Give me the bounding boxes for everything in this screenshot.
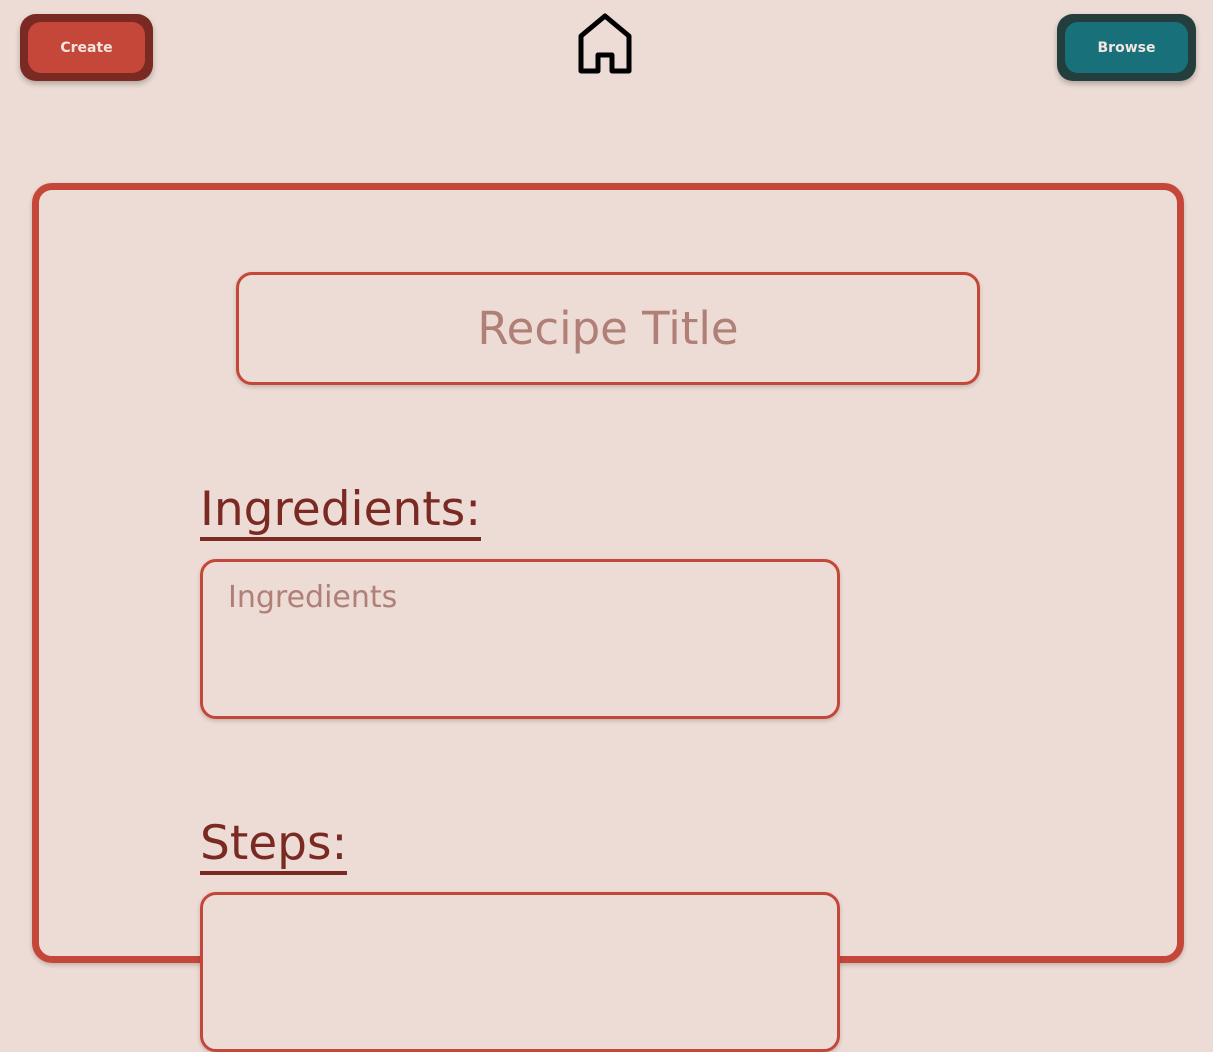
steps-field[interactable] bbox=[200, 892, 840, 1052]
ingredients-heading: Ingredients: bbox=[200, 486, 482, 541]
recipe-title-input[interactable] bbox=[236, 272, 980, 385]
create-button-frame[interactable]: Create bbox=[20, 14, 153, 81]
home-icon[interactable] bbox=[578, 13, 632, 75]
ingredients-field[interactable] bbox=[200, 559, 840, 719]
steps-heading: Steps: bbox=[200, 820, 348, 875]
browse-button-frame[interactable]: Browse bbox=[1057, 14, 1196, 81]
create-button[interactable]: Create bbox=[28, 22, 145, 73]
browse-button[interactable]: Browse bbox=[1065, 22, 1188, 73]
